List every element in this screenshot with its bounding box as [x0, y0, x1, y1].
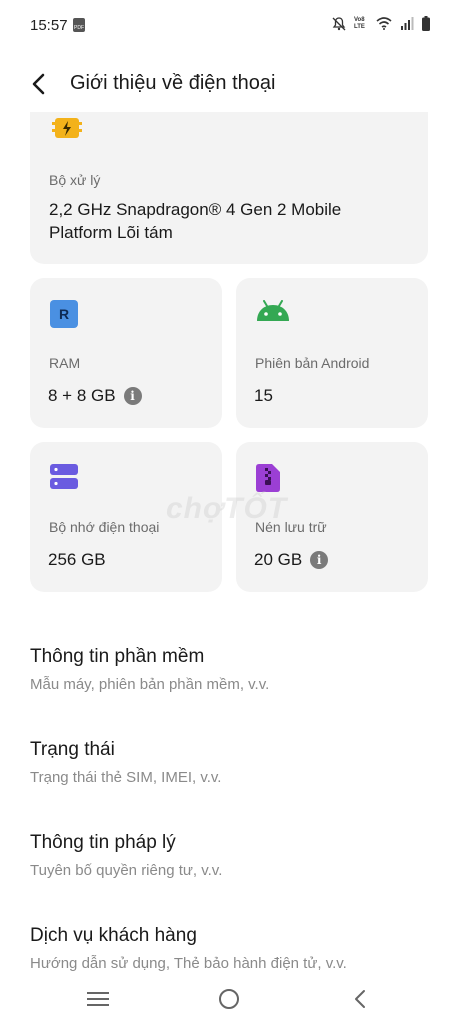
list-item-subtitle: Mẫu máy, phiên bản phần mềm, v.v.	[30, 676, 270, 693]
storage-icon	[50, 464, 78, 489]
battery-icon	[422, 16, 430, 31]
status-time: 15:57	[30, 17, 68, 34]
home-button[interactable]	[216, 986, 242, 1012]
page-title: Giới thiệu về điện thoại	[70, 72, 276, 94]
info-icon[interactable]: i	[123, 387, 142, 405]
signal-icon	[401, 17, 414, 30]
compression-value: 20 GB	[254, 550, 303, 569]
list-item-software-info[interactable]: Thông tin phần mềm Mẫu máy, phiên bản ph…	[30, 646, 430, 733]
ram-label: RAM	[49, 355, 81, 371]
watermark: chợTỐT	[166, 492, 288, 525]
app-bar: Giới thiệu về điện thoại	[0, 58, 458, 110]
list-item-title: Thông tin phần mềm	[30, 646, 205, 667]
menu-icon	[87, 992, 109, 1006]
navigation-bar	[0, 970, 458, 1024]
status-icons: Vo8 LTE	[332, 16, 430, 31]
android-version-card[interactable]: Phiên bản Android 15	[236, 278, 428, 428]
processor-icon	[52, 118, 82, 138]
nav-back-button[interactable]	[347, 986, 373, 1012]
list-item-status[interactable]: Trạng thái Trạng thái thẻ SIM, IMEI, v.v…	[30, 739, 430, 826]
list-item-legal-info[interactable]: Thông tin pháp lý Tuyên bố quyền riêng t…	[30, 832, 430, 919]
wifi-icon	[376, 17, 392, 30]
android-icon	[257, 300, 289, 321]
android-label: Phiên bản Android	[255, 355, 370, 371]
home-icon	[219, 989, 239, 1009]
storage-value: 256 GB	[48, 550, 106, 569]
list-item-subtitle: Tuyên bố quyền riêng tư, v.v.	[30, 862, 223, 879]
processor-label: Bộ xử lý	[49, 172, 101, 188]
ram-card[interactable]: R RAM 8 + 8 GB i	[30, 278, 222, 428]
recents-button[interactable]	[85, 986, 111, 1012]
compression-value-row: 20 GB i	[254, 550, 329, 570]
back-icon	[355, 990, 365, 1008]
storage-label: Bộ nhớ điện thoại	[49, 519, 160, 535]
status-bar: 15:57 PDF Vo8 LTE	[0, 0, 458, 50]
info-icon[interactable]: i	[310, 551, 329, 569]
mute-icon	[332, 16, 346, 30]
arrow-left-icon	[32, 73, 45, 95]
processor-value: 2,2 GHz Snapdragon® 4 Gen 2 Mobile Platf…	[49, 200, 342, 242]
list-item-title: Trạng thái	[30, 739, 115, 760]
list-item-title: Thông tin pháp lý	[30, 832, 176, 853]
settings-list: Thông tin phần mềm Mẫu máy, phiên bản ph…	[30, 640, 430, 1012]
ram-value: 8 + 8 GB	[48, 386, 116, 405]
back-button[interactable]	[24, 70, 52, 98]
ram-value-row: 8 + 8 GB i	[48, 386, 142, 406]
processor-card[interactable]: Bộ xử lý 2,2 GHz Snapdragon® 4 Gen 2 Mob…	[30, 112, 428, 264]
ram-icon: R	[50, 300, 78, 328]
volte-icon: Vo8 LTE	[354, 16, 365, 30]
pdf-notification-icon: PDF	[73, 18, 85, 32]
list-item-title: Dịch vụ khách hàng	[30, 925, 197, 946]
ram-icon-letter: R	[58, 306, 70, 322]
android-value: 15	[254, 386, 273, 405]
compress-icon	[256, 464, 280, 492]
list-item-subtitle: Trạng thái thẻ SIM, IMEI, v.v.	[30, 769, 222, 786]
